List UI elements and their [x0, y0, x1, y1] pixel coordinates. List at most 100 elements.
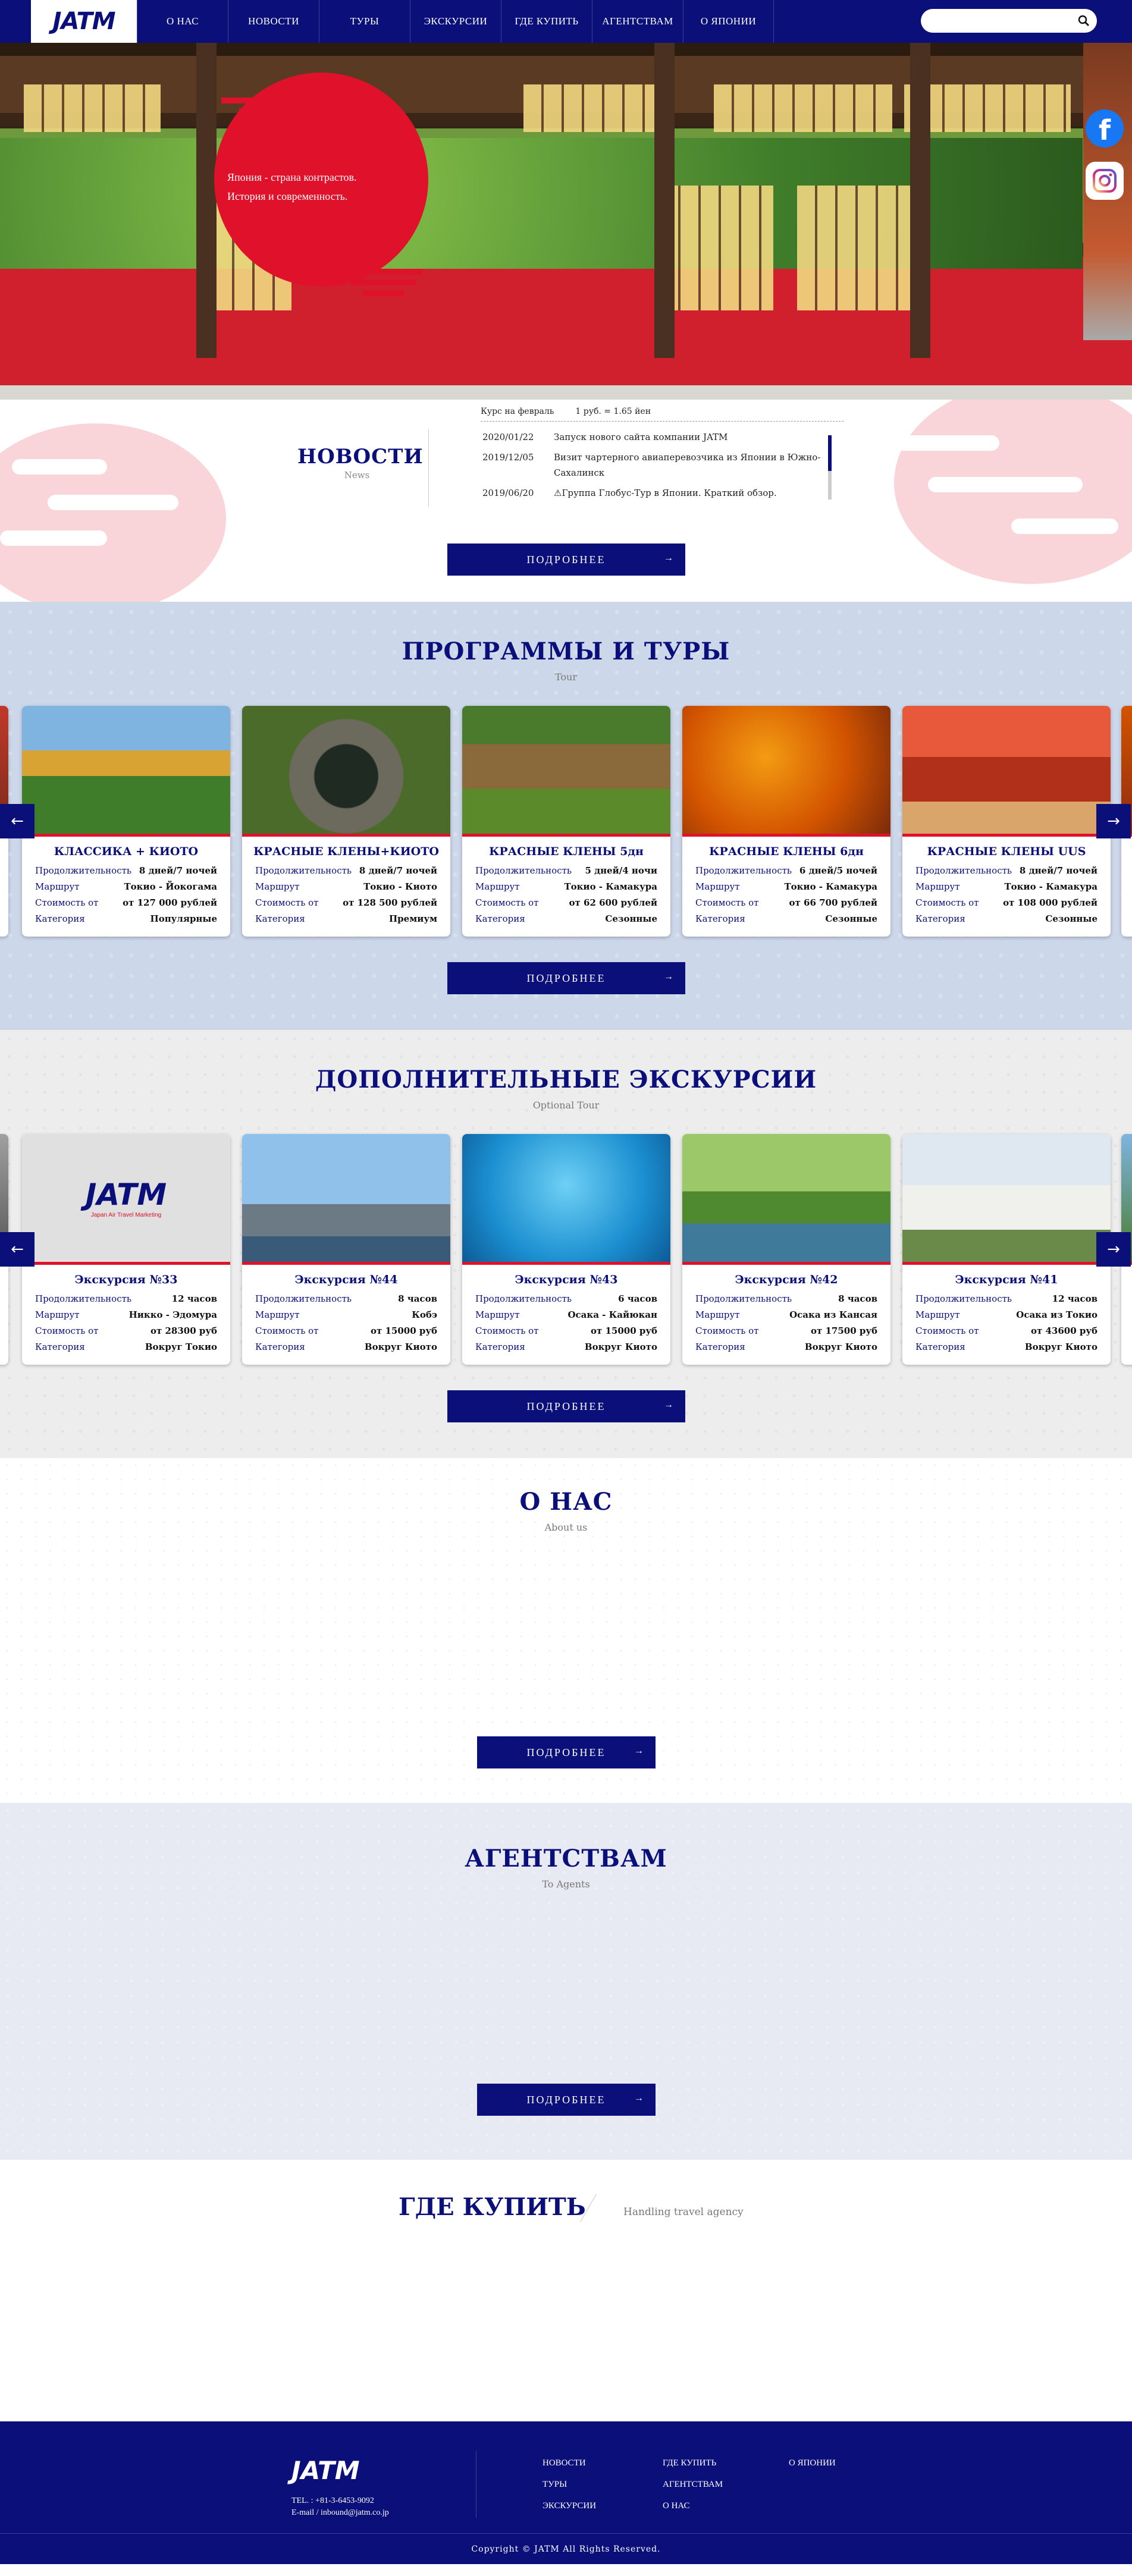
tour-card[interactable]: КРАСНЫЕ КЛЕНЫ+КИОТО Продолжительность 8 д…: [242, 706, 450, 937]
arrow-left-icon[interactable]: ←: [0, 1232, 35, 1267]
tour-card[interactable]: КЛАССИКА + КИОТО Продолжительность 8 дней…: [22, 706, 230, 937]
excursion-price-row: Стоимость от от 43600 руб: [902, 1323, 1111, 1339]
excursion-card[interactable]: JATM Japan Air Travel Marketing Экскурси…: [22, 1134, 230, 1365]
value: от 43600 руб: [1030, 1325, 1097, 1336]
value: Осака - Кайюкан: [567, 1309, 657, 1320]
shoji-panel: [24, 84, 161, 132]
tour-card[interactable]: КРАСНЫЕ КЛЕНЫ 5дн Продолжительность 5 дне…: [462, 706, 670, 937]
value: Премиум: [389, 913, 437, 924]
nav-about[interactable]: О НАС: [137, 0, 228, 43]
nav-about-japan[interactable]: О ЯПОНИИ: [683, 0, 774, 43]
news-scroll-thumb[interactable]: [828, 435, 832, 471]
label: Продолжительность: [475, 865, 572, 876]
footer-link-agents[interactable]: АГЕНТСТВАМ: [663, 2474, 723, 2495]
tour-card[interactable]: КРАСНЫЕ КЛЕНЫ 6дн Продолжительность 6 дне…: [682, 706, 890, 937]
nav-agents[interactable]: АГЕНТСТВАМ: [592, 0, 683, 43]
footer-link-about[interactable]: О НАС: [663, 2495, 723, 2517]
label: Продолжительность: [255, 865, 352, 876]
nav-where-to-buy[interactable]: ГДЕ КУПИТЬ: [501, 0, 592, 43]
excursion-card[interactable]: Экскурсия №41 Продолжительность 12 часов …: [902, 1134, 1111, 1365]
excursion-category-row: Категория Вокруг Киото: [462, 1339, 670, 1355]
value: 5 дней/4 ночи: [585, 865, 657, 876]
excursions-more-button[interactable]: ПОДРОБНЕЕ →: [447, 1390, 685, 1422]
tour-image: [462, 706, 670, 837]
news-date: 2019/06/20: [482, 488, 534, 498]
logo-text: JATM: [52, 8, 115, 35]
arrow-right-icon[interactable]: →: [1096, 1232, 1131, 1267]
agents-more-button[interactable]: ПОДРОБНЕЕ →: [477, 2084, 656, 2116]
hero-tagline-line2: История и современность.: [227, 190, 348, 202]
deco-stripe: [363, 290, 404, 296]
footer-link-news[interactable]: НОВОСТИ: [543, 2452, 596, 2474]
label: Маршрут: [475, 881, 520, 892]
tour-route-row: Маршрут Токио - Киото: [242, 879, 450, 895]
nav-news[interactable]: НОВОСТИ: [228, 0, 319, 43]
agents-title: АГЕНТСТВАМ: [465, 1845, 667, 1873]
tours-title: ПРОГРАММЫ И ТУРЫ: [402, 637, 730, 665]
value: 6 дней/5 ночей: [799, 865, 877, 876]
arrow-right-icon[interactable]: →: [1096, 804, 1131, 838]
search-icon[interactable]: [1078, 15, 1090, 27]
label: Продолжительность: [35, 865, 132, 876]
footer-email[interactable]: E-mail / inbound@jatm.co.jp: [291, 2507, 389, 2519]
value: 8 часов: [838, 1293, 877, 1304]
instagram-icon[interactable]: [1086, 162, 1124, 200]
label: Маршрут: [35, 1309, 80, 1320]
excursion-card[interactable]: Экскурсия №42 Продолжительность 8 часов М…: [682, 1134, 890, 1365]
excursion-card[interactable]: Экскурсия №43 Продолжительность 6 часов М…: [462, 1134, 670, 1365]
footer-link-excursions[interactable]: ЭКСКУРСИИ: [543, 2495, 596, 2517]
tour-title: КРАСНЫЕ КЛЕНЫ+КИОТО: [253, 845, 439, 858]
wood-post: [910, 43, 930, 358]
label: Категория: [475, 913, 525, 924]
arrow-left-icon[interactable]: ←: [0, 804, 35, 838]
footer-link-where-to-buy[interactable]: ГДЕ КУПИТЬ: [663, 2452, 723, 2474]
tour-duration-row: Продолжительность 6 дней/5 ночей: [682, 863, 890, 879]
label: Продолжительность: [475, 1293, 572, 1304]
footer-logo[interactable]: JATM: [291, 2456, 360, 2485]
excursion-title: Экскурсия №33: [74, 1273, 178, 1286]
news-item[interactable]: 2020/01/22 Запуск нового сайта компании J…: [482, 429, 827, 445]
value: от 15000 руб: [590, 1325, 657, 1336]
hero-banner: Япония - страна контрастов. История и со…: [0, 43, 1132, 400]
button-label: ПОДРОБНЕЕ: [526, 1746, 606, 1758]
footer-links-col3: О ЯПОНИИ: [789, 2452, 836, 2474]
main-nav: О НАС НОВОСТИ ТУРЫ ЭКСКУРСИИ ГДЕ КУПИТЬ …: [137, 0, 774, 43]
tour-duration-row: Продолжительность 8 дней/7 ночей: [22, 863, 230, 879]
excursion-category-row: Категория Вокруг Киото: [242, 1339, 450, 1355]
news-scrollbar[interactable]: [828, 435, 832, 500]
tour-duration-row: Продолжительность 5 дней/4 ночи: [462, 863, 670, 879]
facebook-icon[interactable]: f: [1086, 109, 1124, 147]
logo[interactable]: JATM: [31, 0, 137, 43]
excursion-duration-row: Продолжительность 12 часов: [22, 1291, 230, 1307]
tour-card[interactable]: КРАСНЫЕ КЛЕНЫ UUS Продолжительность 8 дне…: [902, 706, 1111, 937]
copyright: Copyright © JATM All Rights Reserved.: [0, 2533, 1132, 2564]
news-more-button[interactable]: ПОДРОБНЕЕ →: [447, 544, 685, 576]
value: Вокруг Токио: [145, 1342, 217, 1352]
label: Маршрут: [35, 881, 80, 892]
search-input[interactable]: [932, 9, 1074, 33]
tour-price-row: Стоимость от от 127 000 рублей: [22, 895, 230, 911]
excursion-image: [902, 1134, 1111, 1265]
tour-duration-row: Продолжительность 8 дней/7 ночей: [242, 863, 450, 879]
value: от 66 700 рублей: [789, 897, 878, 908]
tours-more-button[interactable]: ПОДРОБНЕЕ →: [447, 962, 685, 994]
nav-tours[interactable]: ТУРЫ: [319, 0, 410, 43]
footer-link-tours[interactable]: ТУРЫ: [543, 2474, 596, 2495]
tour-category-row: Категория Сезонные: [462, 911, 670, 927]
nav-excursions[interactable]: ЭКСКУРСИИ: [410, 0, 501, 43]
hero-tagline: Япония - страна контрастов. История и со…: [227, 168, 357, 206]
excursion-image: [462, 1134, 670, 1265]
label: Категория: [35, 1342, 85, 1352]
footer-link-about-japan[interactable]: О ЯПОНИИ: [789, 2452, 836, 2474]
about-more-button[interactable]: ПОДРОБНЕЕ →: [477, 1736, 656, 1768]
label: Стоимость от: [255, 897, 319, 908]
news-item[interactable]: 2019/12/05 Визит чартерного авиаперевозчи…: [482, 450, 827, 480]
value: 8 часов: [398, 1293, 437, 1304]
news-list: 2020/01/22 Запуск нового сайта компании J…: [428, 429, 833, 507]
value: от 128 500 рублей: [343, 897, 437, 908]
value: Сезонные: [605, 913, 657, 924]
news-item[interactable]: 2019/06/20 ⚠Группа Глобус-Тур в Японии. К…: [482, 485, 827, 501]
excursion-card[interactable]: Экскурсия №44 Продолжительность 8 часов М…: [242, 1134, 450, 1365]
placeholder-logo: JATM: [85, 1177, 167, 1212]
value: Токио - Камакура: [564, 881, 657, 892]
